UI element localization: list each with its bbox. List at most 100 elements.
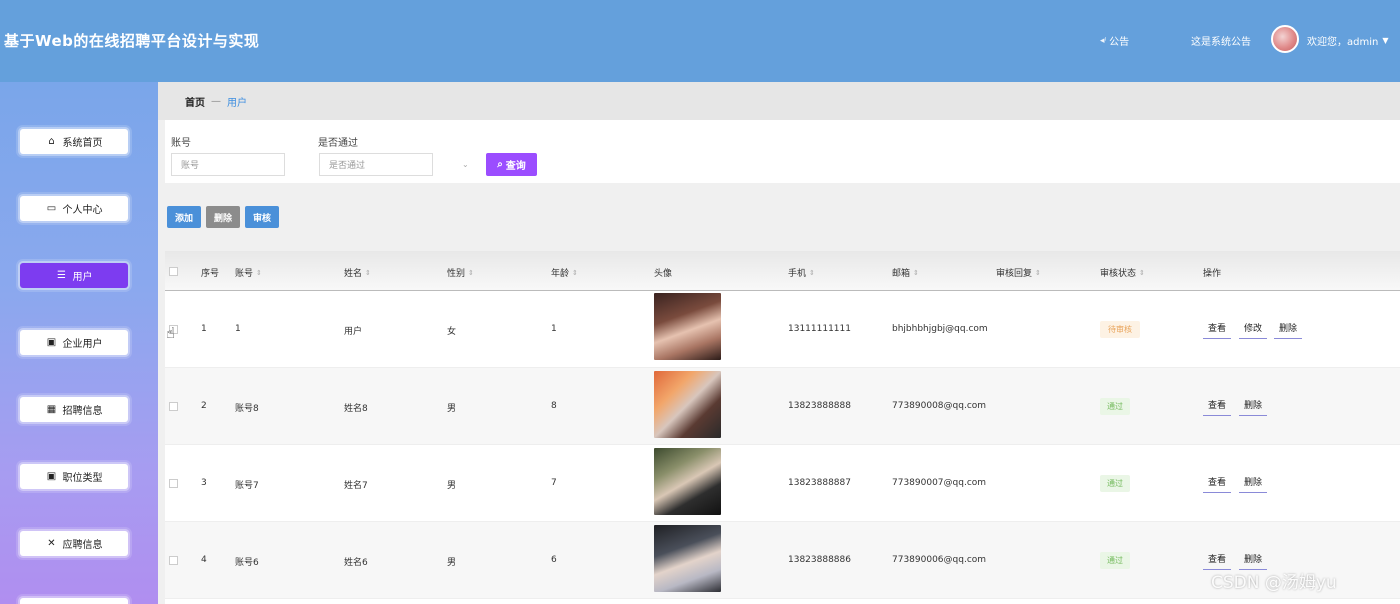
breadcrumb: 首页 — 用户 — [158, 82, 1400, 120]
sidebar-item-more[interactable] — [20, 598, 128, 604]
notice-label: 公告 — [1109, 37, 1130, 48]
breadcrumb-current: 用户 — [227, 97, 247, 109]
search-button[interactable]: ⌕ 查询 — [486, 153, 537, 176]
cell-gender: 男 — [447, 481, 457, 491]
table-row: 3 账号7 姓名7 男 7 13823888887 773890007@qq.c… — [165, 445, 1400, 522]
cell-email: bhjbhbhjgbj@qq.com — [892, 324, 988, 334]
sort-icon: ⇕ — [365, 268, 371, 277]
ticket-icon: ✕ — [47, 538, 56, 549]
delete-row-button[interactable]: 删除 — [1239, 398, 1268, 416]
cell-account: 账号8 — [235, 404, 259, 414]
column-header[interactable]: 审核状态 ⇕ — [1100, 266, 1145, 280]
column-header[interactable]: 邮箱 ⇕ — [892, 266, 919, 280]
cell-age: 6 — [551, 555, 557, 565]
avatar[interactable] — [1271, 25, 1299, 53]
view-button[interactable]: 查看 — [1203, 398, 1232, 416]
cell-account: 1 — [235, 324, 241, 334]
breadcrumb-home[interactable]: 首页 — [185, 94, 205, 109]
caret-down-icon: ▼ — [1382, 36, 1389, 45]
top-header: 基于Web的在线招聘平台设计与实现 ◂ᵎ 公告 这是系统公告 欢迎您，admin… — [0, 0, 1400, 82]
user-menu[interactable]: 欢迎您，admin ▼ — [1307, 33, 1389, 48]
welcome-text: 欢迎您，admin — [1307, 37, 1379, 48]
status-badge: 通过 — [1100, 398, 1130, 415]
cell-index: 3 — [201, 478, 207, 488]
pointer-cursor-icon: ☝ — [166, 324, 176, 342]
sort-icon: ⇕ — [913, 268, 919, 277]
view-button[interactable]: 查看 — [1203, 475, 1232, 493]
sidebar-item-profile[interactable]: ▭ 个人中心 — [20, 196, 128, 221]
sort-icon: ⇕ — [468, 268, 474, 277]
sidebar-item-users[interactable]: ☰ 用户 — [20, 263, 128, 288]
cell-gender: 男 — [447, 404, 457, 414]
row-checkbox[interactable] — [169, 556, 178, 565]
status-badge: 通过 — [1100, 552, 1130, 569]
cell-index: 2 — [201, 401, 207, 411]
delete-row-button[interactable]: 删除 — [1274, 321, 1303, 339]
column-header[interactable]: 性别 ⇕ — [447, 266, 474, 280]
cell-age: 1 — [551, 324, 557, 334]
audit-button[interactable]: 审核 — [245, 206, 279, 228]
grid-icon: ▦ — [46, 404, 57, 415]
cell-gender: 男 — [447, 558, 457, 568]
delete-button[interactable]: 删除 — [206, 206, 240, 228]
cell-phone: 13111111111 — [788, 324, 851, 334]
speaker-icon: ◂ᵎ — [1100, 35, 1107, 46]
cell-name: 用户 — [344, 327, 363, 337]
cell-age: 7 — [551, 478, 557, 488]
search-icon: ⌕ — [497, 159, 503, 170]
column-header: 序号 — [201, 269, 220, 279]
chevron-down-icon: ⌄ — [462, 160, 469, 169]
cell-index: 1 — [201, 324, 207, 334]
table-row: 2 账号8 姓名8 男 8 13823888888 773890008@qq.c… — [165, 368, 1400, 445]
add-button[interactable]: 添加 — [167, 206, 201, 228]
sidebar-item-jobs[interactable]: ▦ 招聘信息 — [20, 397, 128, 422]
home-icon: ⌂ — [48, 136, 55, 147]
app-title: 基于Web的在线招聘平台设计与实现 — [4, 32, 260, 50]
edit-button[interactable]: 修改 — [1239, 321, 1268, 339]
cell-account: 账号7 — [235, 481, 259, 491]
clipboard-icon: ▣ — [46, 337, 57, 348]
cell-name: 姓名8 — [344, 404, 368, 414]
row-checkbox[interactable] — [169, 479, 178, 488]
notice-button[interactable]: ◂ᵎ 公告 — [1100, 33, 1130, 49]
cell-phone: 13823888886 — [788, 555, 851, 565]
passed-label: 是否通过 — [318, 138, 358, 149]
account-input[interactable]: 账号 — [171, 153, 285, 176]
column-header[interactable]: 账号 ⇕ — [235, 266, 262, 280]
delete-row-button[interactable]: 删除 — [1239, 475, 1268, 493]
sidebar-item-label: 系统首页 — [62, 138, 103, 149]
menu-icon: ☰ — [57, 270, 66, 281]
sidebar-item-company-users[interactable]: ▣ 企业用户 — [20, 330, 128, 355]
sidebar-item-label: 企业用户 — [62, 339, 103, 350]
row-checkbox[interactable] — [169, 402, 178, 411]
select-all-checkbox[interactable] — [169, 267, 178, 276]
cell-index: 4 — [201, 555, 207, 565]
column-header[interactable]: 手机 ⇕ — [788, 266, 815, 280]
status-badge: 待审核 — [1100, 321, 1140, 338]
sidebar-item-label: 职位类型 — [62, 473, 103, 484]
avatar-photo[interactable] — [654, 293, 721, 360]
column-header[interactable]: 姓名 ⇕ — [344, 266, 371, 280]
cell-age: 8 — [551, 401, 557, 411]
avatar-photo[interactable] — [654, 371, 721, 438]
column-header[interactable]: 审核回复 ⇕ — [996, 266, 1041, 280]
column-header[interactable]: 年龄 ⇕ — [551, 266, 578, 280]
cell-name: 姓名7 — [344, 481, 368, 491]
status-badge: 通过 — [1100, 475, 1130, 492]
avatar-photo[interactable] — [654, 448, 721, 515]
passed-select[interactable]: 是否通过 — [319, 153, 433, 176]
cell-name: 姓名6 — [344, 558, 368, 568]
notice-text: 这是系统公告 — [1191, 37, 1251, 48]
cell-email: 773890007@qq.com — [892, 478, 987, 488]
clipboard-icon: ▣ — [46, 471, 57, 482]
cell-gender: 女 — [447, 327, 457, 337]
sort-icon: ⇕ — [1035, 268, 1041, 277]
sidebar-item-applications[interactable]: ✕ 应聘信息 — [20, 531, 128, 556]
search-button-label: 查询 — [505, 161, 526, 172]
sort-icon: ⇕ — [572, 268, 578, 277]
avatar-photo[interactable] — [654, 525, 721, 592]
sidebar-item-job-types[interactable]: ▣ 职位类型 — [20, 464, 128, 489]
sidebar-item-label: 招聘信息 — [62, 406, 103, 417]
sidebar-item-home[interactable]: ⌂ 系统首页 — [20, 129, 128, 154]
view-button[interactable]: 查看 — [1203, 321, 1232, 339]
